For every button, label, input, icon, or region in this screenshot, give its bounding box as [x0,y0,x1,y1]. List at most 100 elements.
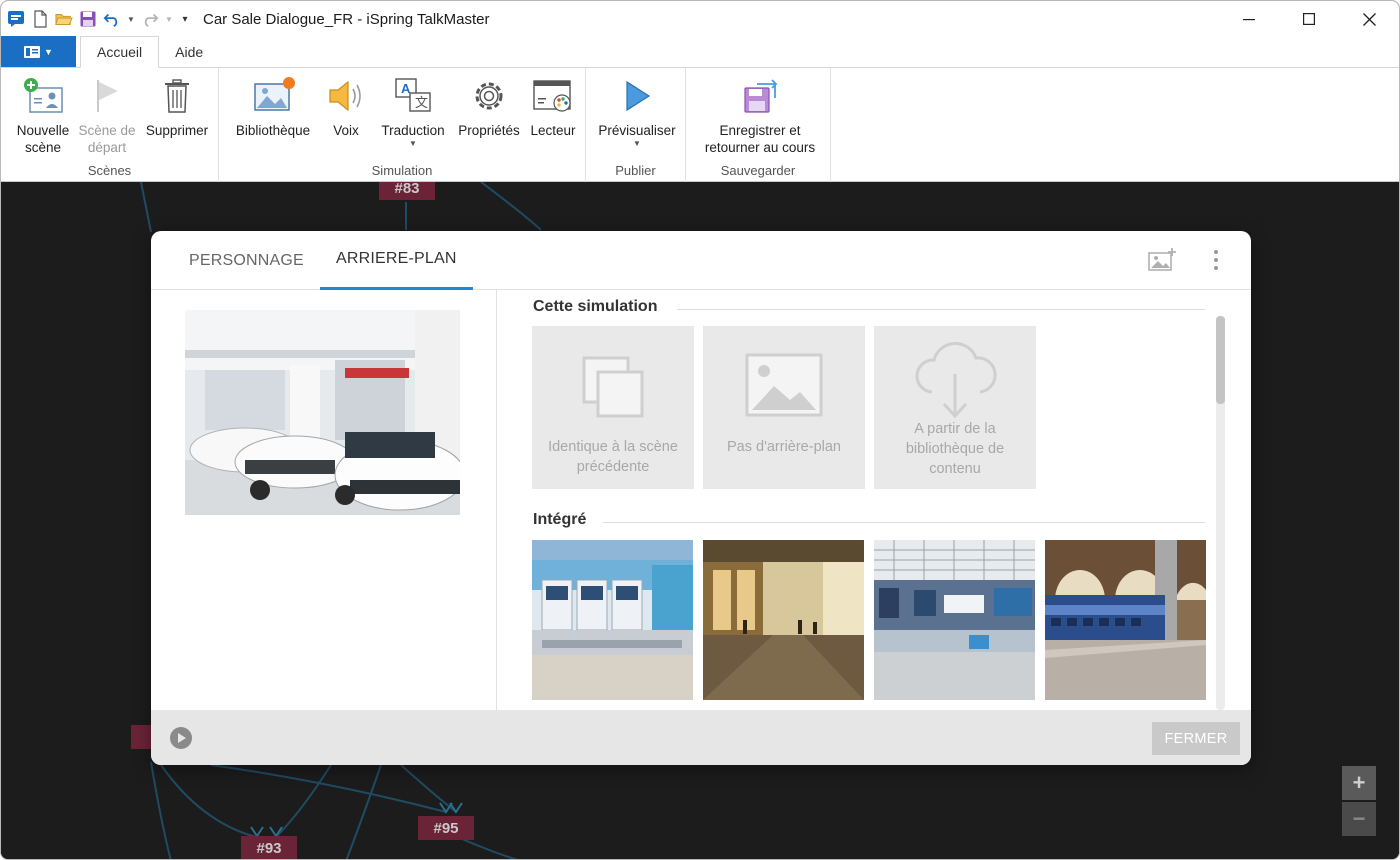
properties-label: Propriétés [458,123,520,138]
preview-dropdown-icon: ▼ [633,139,641,148]
close-window-button[interactable] [1339,1,1399,37]
undo-dropdown-icon[interactable]: ▼ [127,10,135,28]
add-image-icon [1148,248,1176,271]
play-preview-button[interactable] [169,726,193,750]
maximize-button[interactable] [1279,1,1339,37]
image-icon [745,353,823,417]
window-title: Car Sale Dialogue_FR - iSpring TalkMaste… [203,10,490,28]
option-no-background[interactable]: Pas d'arrière-plan [703,326,865,489]
scene-node-95[interactable]: #95 [418,816,474,840]
list-scrollbar[interactable] [1216,316,1225,710]
group-save-label: Sauvegarder [720,163,796,178]
voice-label: Voix [333,123,359,138]
redo-icon[interactable] [141,10,159,28]
player-label: Lecteur [530,123,576,138]
dialog-footer: FERMER [151,710,1251,765]
minimize-button[interactable] [1219,1,1279,37]
tab-aide[interactable]: Aide [159,36,219,67]
player-button[interactable]: Lecteur [525,74,581,139]
app-window: ▼ ▼ ▾ Car Sale Dialogue_FR - iSpring Tal… [0,0,1400,860]
speaker-icon [329,80,361,112]
add-image-button[interactable] [1147,245,1177,275]
chevron-down-icon: ▼ [44,46,53,57]
translate-icon: A文 [395,78,431,112]
list-scrollbar-thumb[interactable] [1216,316,1225,404]
play-icon [626,80,651,112]
image-library-icon [254,77,295,111]
translation-dropdown-icon: ▼ [409,139,417,148]
background-list-pane: Cette simulation Identique à la scène pr… [497,290,1251,710]
group-publish-label: Publier [615,163,656,178]
group-scenes-label: Scènes [87,163,132,178]
background-dialog: PERSONNAGE ARRIERE-PLAN Cette simulation… [151,231,1251,765]
background-preview-pane [151,290,497,710]
properties-button[interactable]: Propriétés [453,74,525,139]
group-simulation-label: Simulation [371,163,433,178]
group-simulation: Bibliothèque Voix A文 Traduction ▼ Propri [219,68,586,182]
redo-dropdown-icon[interactable]: ▼ [165,10,173,28]
app-icon [7,10,25,28]
preview-label: Prévisualiser [598,123,676,138]
file-menu-button[interactable]: ▼ [1,36,76,67]
open-folder-icon[interactable] [55,10,73,28]
zoom-in-button[interactable]: + [1342,766,1376,800]
start-scene-label: Scène de départ [78,123,136,155]
gear-icon [475,82,503,110]
save-icon[interactable] [79,10,97,28]
option-no-background-label: Pas d'arrière-plan [727,439,841,455]
window-controls [1219,1,1399,37]
group-scenes: Nouvelle scène Scène de départ Supprimer… [1,68,219,182]
builtin-background-airport-counter[interactable] [532,540,693,700]
player-palette-icon [533,80,571,112]
section-divider [677,309,1205,310]
dialog-tab-bar: PERSONNAGE ARRIERE-PLAN [151,231,1251,290]
save-return-icon [744,79,778,113]
new-scene-icon [24,78,63,113]
new-scene-button[interactable]: Nouvelle scène [11,74,75,156]
more-options-button[interactable] [1201,245,1231,275]
quick-access-toolbar: ▼ ▼ ▾ [1,10,191,28]
tab-accueil[interactable]: Accueil [80,36,160,68]
save-return-label: Enregistrer et retourner au cours [704,123,816,155]
option-same-as-previous-label: Identique à la scène précédente [548,439,678,475]
builtin-background-airport-hall[interactable] [874,540,1035,700]
copy-icon [582,356,644,418]
delete-label: Supprimer [145,123,209,138]
start-scene-button[interactable]: Scène de départ [75,74,139,156]
section-this-simulation: Cette simulation [533,298,658,315]
option-same-as-previous[interactable]: Identique à la scène précédente [532,326,694,489]
preview-button[interactable]: Prévisualiser ▼ [592,74,682,149]
title-bar: ▼ ▼ ▾ Car Sale Dialogue_FR - iSpring Tal… [1,1,1399,37]
save-return-button[interactable]: Enregistrer et retourner au cours [694,74,826,156]
section-builtin: Intégré [533,511,587,528]
flag-icon [97,80,118,112]
cloud-download-icon [915,341,997,419]
close-dialog-button[interactable]: FERMER [1152,722,1240,755]
scene-node-83[interactable]: #83 [379,182,435,200]
delete-button[interactable]: Supprimer [141,74,213,139]
new-file-icon[interactable] [31,10,49,28]
builtin-background-station-platform[interactable] [703,540,864,700]
zoom-out-button[interactable]: − [1342,802,1376,836]
svg-text:文: 文 [415,95,428,110]
translation-button[interactable]: A文 Traduction ▼ [373,74,453,149]
translation-label: Traduction [381,123,445,138]
ribbon: Nouvelle scène Scène de départ Supprimer… [1,68,1399,182]
ribbon-tab-bar: ▼ Accueil Aide [1,36,1399,68]
library-label: Bibliothèque [235,123,311,138]
library-button[interactable]: Bibliothèque [229,74,317,139]
car-showroom-preview-image [185,310,460,515]
voice-button[interactable]: Voix [321,74,371,139]
scene-node-unnamed[interactable] [131,725,153,749]
group-publish: Prévisualiser ▼ Publier [586,68,686,182]
section-divider [603,522,1205,523]
undo-icon[interactable] [103,10,121,28]
tab-arriere-plan[interactable]: ARRIERE-PLAN [320,231,473,290]
scene-node-93[interactable]: #93 [241,836,297,859]
option-from-content-library[interactable]: A partir de la bibliothèque de contenu [874,326,1036,489]
tab-personnage[interactable]: PERSONNAGE [189,231,304,290]
customize-toolbar-icon[interactable]: ▾ [179,10,191,28]
builtin-background-train-station[interactable] [1045,540,1206,700]
play-circle-icon [170,727,192,749]
group-save: Enregistrer et retourner au cours Sauveg… [686,68,831,182]
